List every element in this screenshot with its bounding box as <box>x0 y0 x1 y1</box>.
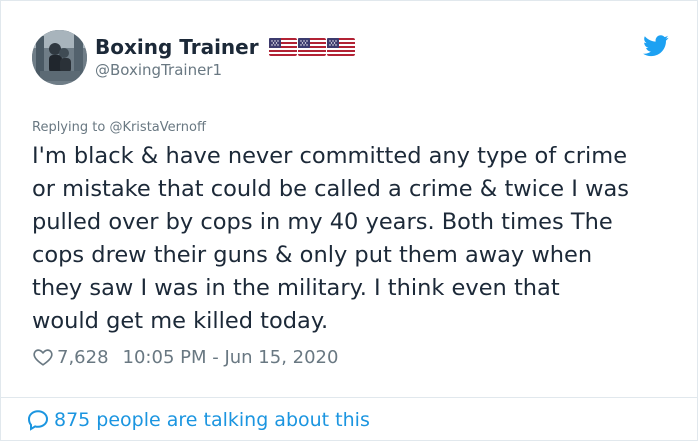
tweet-line: they saw I was in the military. I think … <box>32 275 560 301</box>
chat-bubble-icon <box>26 408 50 432</box>
twitter-bird-icon[interactable] <box>643 35 669 57</box>
replying-to-label: Replying to <box>32 120 106 135</box>
display-name[interactable]: Boxing Trainer <box>95 35 259 59</box>
us-flag-icon <box>268 38 297 56</box>
tweet-header: Boxing Trainer @BoxingTrainer1 <box>32 30 669 88</box>
tweet-line: cops drew their guns & only put them awa… <box>32 242 593 268</box>
chat-bubble-glyph <box>27 410 49 431</box>
tweet-text: I'm black & have never committed any typ… <box>32 140 682 338</box>
tweet-line: or mistake that could be called a crime … <box>32 176 629 202</box>
user-handle[interactable]: @BoxingTrainer1 <box>95 61 515 79</box>
tweet-card: Boxing Trainer @BoxingTrainer1 Replying … <box>0 0 698 441</box>
replying-to: Replying to @KristaVernoff <box>32 120 206 136</box>
us-flag-icon <box>297 38 326 56</box>
heart-icon[interactable] <box>32 346 54 368</box>
us-flag-icon <box>326 38 355 56</box>
avatar-image <box>32 30 87 85</box>
replying-to-handle[interactable]: @KristaVernoff <box>109 120 205 135</box>
timestamp[interactable]: 10:05 PM - Jun 15, 2020 <box>123 347 339 368</box>
conversation-label[interactable]: 875 people are talking about this <box>54 409 370 431</box>
like-count[interactable]: 7,628 <box>57 347 109 368</box>
author-block: Boxing Trainer @BoxingTrainer1 <box>95 35 515 79</box>
divider <box>1 397 697 398</box>
tweet-meta: 7,628 10:05 PM - Jun 15, 2020 <box>32 345 338 369</box>
tweet-line: I'm black & have never committed any typ… <box>32 143 628 169</box>
us-flags <box>268 38 355 56</box>
avatar[interactable] <box>32 30 87 85</box>
tweet-line: would get me killed today. <box>32 308 329 334</box>
conversation-link[interactable]: 875 people are talking about this <box>26 406 370 434</box>
tweet-line: pulled over by cops in my 40 years. Both… <box>32 209 613 235</box>
twitter-bird-glyph <box>643 35 669 57</box>
heart-glyph <box>33 349 53 366</box>
display-name-row: Boxing Trainer <box>95 35 515 59</box>
